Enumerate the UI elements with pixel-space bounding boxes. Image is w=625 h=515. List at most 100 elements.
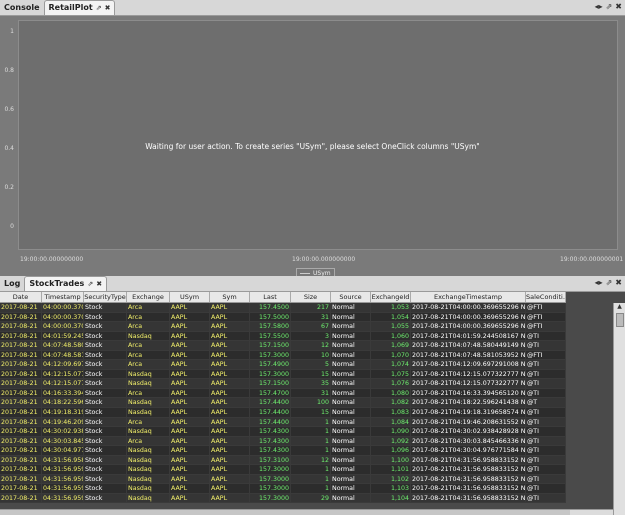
panel-close-icon[interactable]: ✖ — [615, 2, 622, 11]
table-row[interactable]: 2017-08-21 04:31:56.959 Stock Nasdaq AAPL AAP… — [0, 465, 566, 475]
cell-exchange-timestamp[interactable]: 2017-08-21T04:31:56.958833152 NY — [411, 493, 526, 504]
cell-sym[interactable]: AAPL — [210, 408, 250, 418]
cell-timestamp[interactable]: 04:30:04.977 — [42, 446, 84, 456]
cell-date[interactable]: 2017-08-21 — [0, 408, 42, 418]
column-header-timestamp[interactable]: Timestamp — [42, 292, 84, 302]
cell-exchange[interactable]: Arca — [127, 312, 170, 323]
cell-security-type[interactable]: Stock — [84, 388, 127, 399]
cell-source[interactable]: Normal — [331, 465, 371, 475]
cell-usym[interactable]: AAPL — [170, 436, 210, 447]
cell-exchange-id[interactable]: 1,101 — [371, 465, 411, 475]
scroll-thumb[interactable] — [616, 313, 624, 327]
tab-stocktrades[interactable]: StockTrades ⇗ ✖ — [24, 276, 108, 291]
pin-icon[interactable]: ⇗ — [87, 277, 93, 291]
cell-exchange-id[interactable]: 1,092 — [371, 436, 411, 447]
table-row[interactable]: 2017-08-21 04:30:02.938 Stock Nasdaq AAPL AAP… — [0, 427, 566, 437]
cell-exchange-id[interactable]: 1,055 — [371, 322, 411, 332]
scroll-up-icon[interactable]: ▲ — [614, 303, 625, 311]
cell-source[interactable]: Normal — [331, 303, 371, 313]
cell-date[interactable]: 2017-08-21 — [0, 436, 42, 447]
cell-last[interactable]: 157.3000 — [250, 493, 291, 504]
cell-timestamp[interactable]: 04:30:02.938 — [42, 427, 84, 437]
cell-exchange-timestamp[interactable]: 2017-08-21T04:31:56.958833152 NY — [411, 465, 526, 475]
cell-size[interactable]: 3 — [291, 331, 331, 342]
cell-timestamp[interactable]: 04:01:59.245 — [42, 331, 84, 342]
panel-menu-icon[interactable]: ◂▸ — [595, 278, 603, 287]
cell-last[interactable]: 157.1500 — [250, 341, 291, 351]
cell-exchange-timestamp[interactable]: 2017-08-21T04:12:09.697291008 NY — [411, 360, 526, 370]
cell-exchange[interactable]: Nasdaq — [127, 455, 170, 466]
cell-size[interactable]: 35 — [291, 379, 331, 389]
cell-last[interactable]: 157.1500 — [250, 379, 291, 389]
cell-security-type[interactable]: Stock — [84, 427, 127, 437]
cell-date[interactable]: 2017-08-21 — [0, 360, 42, 370]
cell-security-type[interactable]: Stock — [84, 303, 127, 313]
cell-exchange[interactable]: Nasdaq — [127, 427, 170, 437]
cell-timestamp[interactable]: 04:31:56.959 — [42, 484, 84, 494]
cell-exchange-timestamp[interactable]: 2017-08-21T04:00:00.369655296 NY — [411, 303, 526, 313]
cell-exchange[interactable]: Nasdaq — [127, 369, 170, 380]
cell-size[interactable]: 5 — [291, 360, 331, 370]
column-header-exchange-id[interactable]: ExchangeId — [371, 292, 411, 302]
cell-exchange-id[interactable]: 1,060 — [371, 331, 411, 342]
cell-exchange[interactable]: Nasdaq — [127, 484, 170, 494]
cell-sym[interactable]: AAPL — [210, 465, 250, 475]
cell-exchange-timestamp[interactable]: 2017-08-21T04:18:22.596241438 NY — [411, 398, 526, 409]
cell-security-type[interactable]: Stock — [84, 350, 127, 361]
cell-sale-condition[interactable]: @TI — [526, 379, 566, 389]
cell-usym[interactable]: AAPL — [170, 303, 210, 313]
cell-exchange[interactable]: Nasdaq — [127, 398, 170, 409]
cell-security-type[interactable]: Stock — [84, 474, 127, 485]
cell-date[interactable]: 2017-08-21 — [0, 465, 42, 475]
cell-timestamp[interactable]: 04:00:00.370 — [42, 312, 84, 323]
cell-timestamp[interactable]: 04:16:33.394 — [42, 388, 84, 399]
cell-sym[interactable]: AAPL — [210, 493, 250, 504]
cell-sale-condition[interactable]: @TI — [526, 331, 566, 342]
horizontal-scrollbar[interactable] — [0, 509, 613, 515]
table-row[interactable]: 2017-08-21 04:12:09.697 Stock Arca AAPL AAPL 1… — [0, 360, 566, 370]
cell-exchange[interactable]: Nasdaq — [127, 379, 170, 389]
cell-sale-condition[interactable]: @TI — [526, 446, 566, 456]
cell-source[interactable]: Normal — [331, 417, 371, 428]
cell-source[interactable]: Normal — [331, 484, 371, 494]
cell-exchange-id[interactable]: 1,104 — [371, 493, 411, 504]
cell-size[interactable]: 31 — [291, 388, 331, 399]
cell-source[interactable]: Normal — [331, 379, 371, 389]
cell-date[interactable]: 2017-08-21 — [0, 446, 42, 456]
cell-exchange[interactable]: Nasdaq — [127, 331, 170, 342]
cell-sym[interactable]: AAPL — [210, 303, 250, 313]
table-row[interactable]: 2017-08-21 04:12:15.077 Stock Nasdaq AAPL AAP… — [0, 379, 566, 389]
cell-date[interactable]: 2017-08-21 — [0, 303, 42, 313]
cell-security-type[interactable]: Stock — [84, 369, 127, 380]
cell-source[interactable]: Normal — [331, 322, 371, 332]
cell-exchange-id[interactable]: 1,070 — [371, 350, 411, 361]
table-row[interactable]: 2017-08-21 04:31:56.959 Stock Nasdaq AAPL AAP… — [0, 474, 566, 485]
cell-sym[interactable]: AAPL — [210, 398, 250, 409]
cell-timestamp[interactable]: 04:12:15.077 — [42, 369, 84, 380]
cell-exchange-id[interactable]: 1,082 — [371, 398, 411, 409]
cell-source[interactable]: Normal — [331, 446, 371, 456]
cell-usym[interactable]: AAPL — [170, 474, 210, 485]
cell-timestamp[interactable]: 04:07:48.581 — [42, 350, 84, 361]
table-row[interactable]: 2017-08-21 04:07:48.581 Stock Arca AAPL AAPL 1… — [0, 350, 566, 361]
cell-exchange-id[interactable]: 1,075 — [371, 369, 411, 380]
table-row[interactable]: 2017-08-21 04:31:56.959 Stock Nasdaq AAPL AAP… — [0, 484, 566, 494]
cell-last[interactable]: 157.4400 — [250, 398, 291, 409]
cell-exchange-id[interactable]: 1,084 — [371, 417, 411, 428]
cell-sale-condition[interactable]: @TI — [526, 427, 566, 437]
panel-close-icon[interactable]: ✖ — [615, 278, 622, 287]
cell-sale-condition[interactable]: @TI — [526, 388, 566, 399]
cell-security-type[interactable]: Stock — [84, 493, 127, 504]
cell-last[interactable]: 157.5000 — [250, 312, 291, 323]
cell-exchange[interactable]: Nasdaq — [127, 493, 170, 504]
cell-date[interactable]: 2017-08-21 — [0, 379, 42, 389]
cell-size[interactable]: 1 — [291, 484, 331, 494]
cell-security-type[interactable]: Stock — [84, 312, 127, 323]
cell-sale-condition[interactable]: @TI — [526, 408, 566, 418]
cell-sale-condition[interactable]: @FTI — [526, 350, 566, 361]
cell-source[interactable]: Normal — [331, 436, 371, 447]
cell-exchange[interactable]: Arca — [127, 417, 170, 428]
cell-date[interactable]: 2017-08-21 — [0, 331, 42, 342]
cell-exchange-id[interactable]: 1,100 — [371, 455, 411, 466]
cell-exchange[interactable]: Nasdaq — [127, 446, 170, 456]
